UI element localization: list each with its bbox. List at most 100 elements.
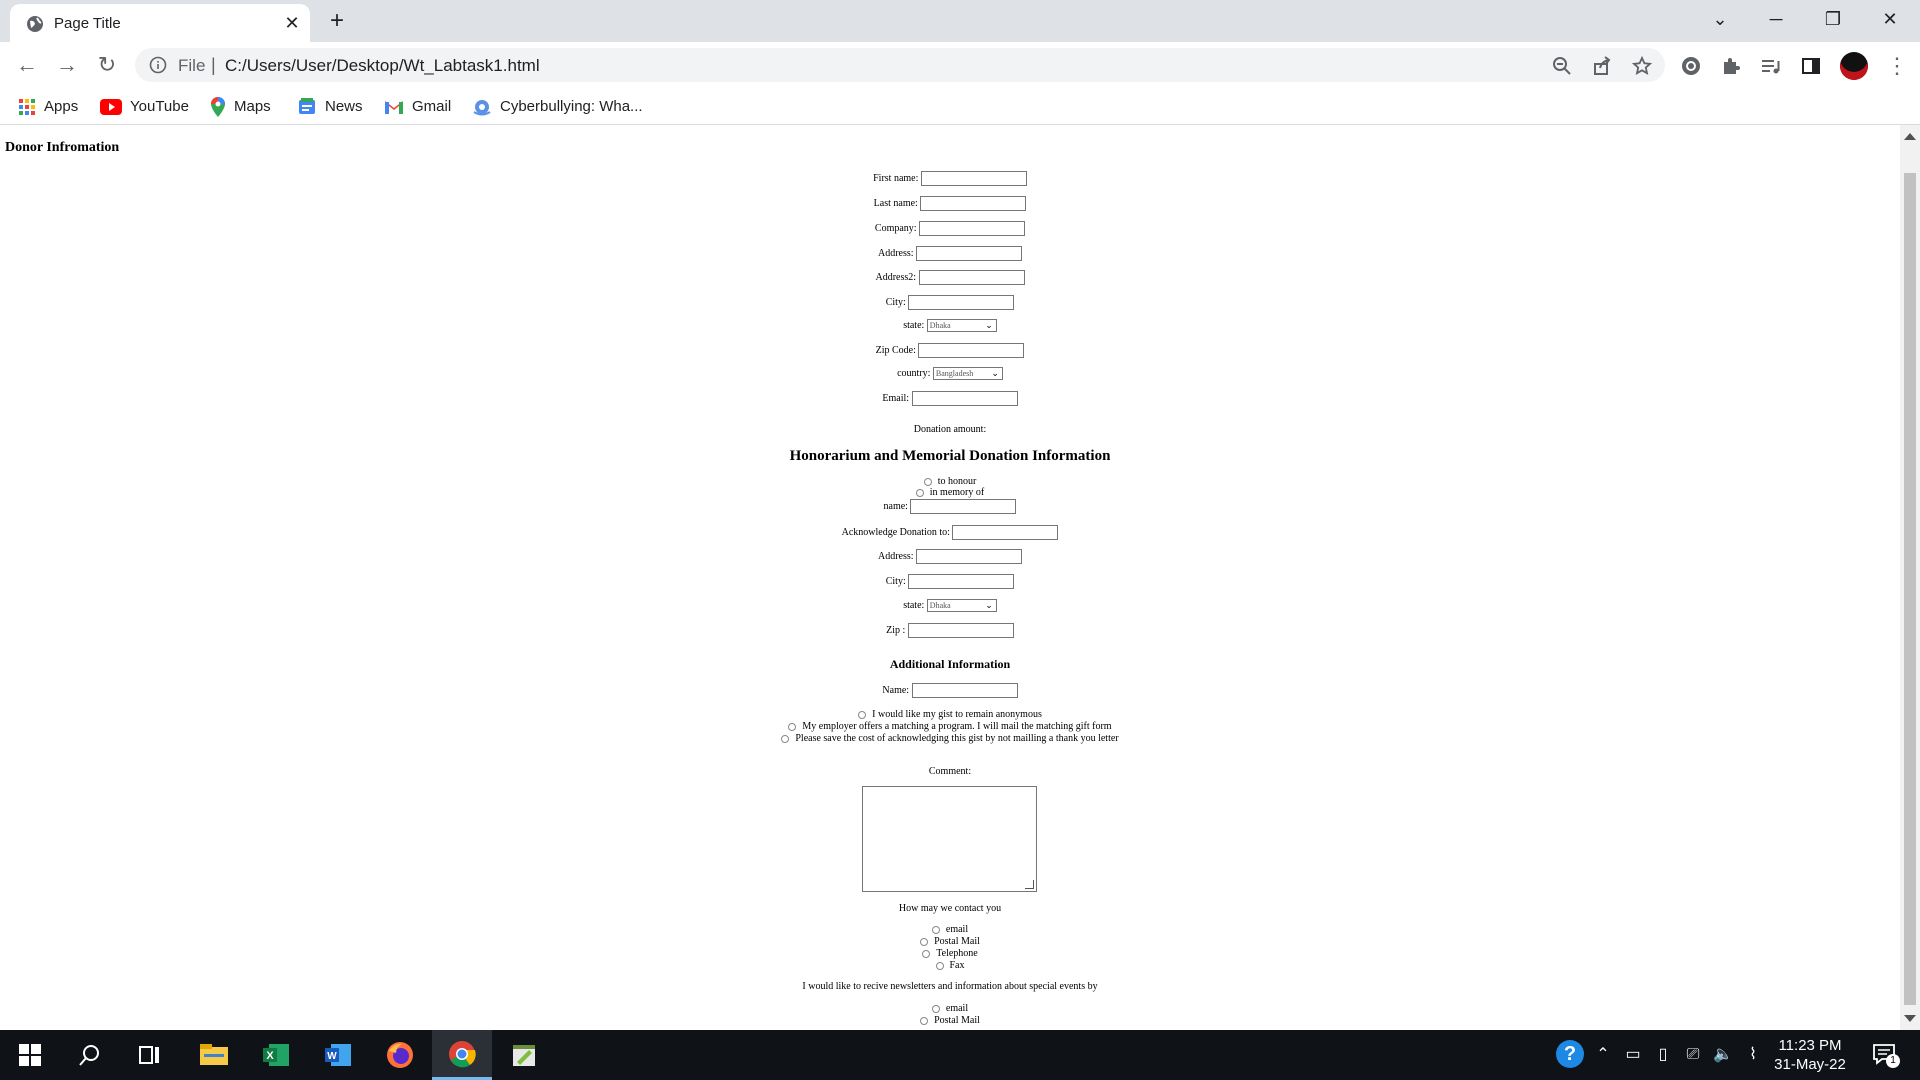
contact-fax-row: Fax <box>0 960 1900 971</box>
more-menu-icon[interactable]: ⋮ <box>1886 52 1908 80</box>
help-icon[interactable]: ? <box>1556 1040 1584 1068</box>
notepad-app-button[interactable] <box>494 1030 554 1080</box>
tab-search-icon[interactable]: ⌄ <box>1700 4 1740 34</box>
memory-option-row: in memory of <box>0 487 1900 498</box>
contact-telephone-radio[interactable] <box>922 949 931 958</box>
contact-email-row: email <box>0 924 1900 935</box>
volume-icon[interactable]: 🔈 <box>1712 1044 1734 1066</box>
profile-avatar[interactable] <box>1840 52 1868 80</box>
honor-zip-input[interactable] <box>907 623 1014 638</box>
notification-button[interactable]: 1 <box>1872 1042 1900 1068</box>
bookmark-maps[interactable]: Maps <box>210 96 271 118</box>
contact-postal-label: Postal Mail <box>934 936 980 947</box>
honor-city-input[interactable] <box>908 574 1015 589</box>
memory-radio[interactable] <box>915 488 924 497</box>
address-bar[interactable]: File | C:/Users/User/Desktop/Wt_Labtask1… <box>135 48 1665 82</box>
city-input[interactable] <box>908 295 1015 310</box>
bookmark-label: Maps <box>234 98 271 115</box>
browser-tab[interactable]: Page Title ✕ <box>10 4 310 42</box>
media-list-icon[interactable] <box>1760 55 1782 77</box>
bookmark-apps[interactable]: Apps <box>18 96 78 118</box>
zoom-icon[interactable] <box>1552 56 1572 76</box>
no-letter-radio[interactable] <box>781 734 790 743</box>
url-separator: | <box>211 55 216 75</box>
contact-email-radio[interactable] <box>931 925 940 934</box>
email-input[interactable] <box>911 391 1018 406</box>
scroll-up-icon[interactable] <box>1904 133 1916 140</box>
anonymous-radio[interactable] <box>858 710 867 719</box>
bookmark-star-icon[interactable] <box>1632 56 1652 76</box>
display-icon[interactable]: ⎚ <box>1682 1044 1704 1066</box>
firefox-button[interactable] <box>370 1030 430 1080</box>
address-label: Address: <box>877 247 914 259</box>
contact-fax-radio[interactable] <box>935 961 944 970</box>
contact-postal-radio[interactable] <box>920 937 929 946</box>
employer-radio[interactable] <box>788 722 797 731</box>
country-select[interactable]: Bangladesh ⌄ <box>932 367 1003 380</box>
company-input[interactable] <box>919 221 1026 236</box>
honor-address-input[interactable] <box>916 549 1023 564</box>
back-button[interactable]: ← <box>12 50 42 80</box>
state-label: state: <box>903 319 925 331</box>
search-button[interactable] <box>60 1030 120 1080</box>
bookmark-news[interactable]: News <box>297 96 363 118</box>
share-icon[interactable] <box>1592 56 1612 76</box>
bookmark-youtube[interactable]: YouTube <box>100 96 189 118</box>
country-select-value: Bangladesh <box>935 369 974 378</box>
chevron-up-icon[interactable]: ⌃ <box>1592 1044 1614 1066</box>
globe-icon <box>27 16 43 32</box>
contact-telephone-row: Telephone <box>0 948 1900 959</box>
start-button[interactable] <box>0 1030 60 1080</box>
last-name-input[interactable] <box>920 196 1027 211</box>
side-panel-icon[interactable] <box>1800 55 1822 77</box>
chrome-button[interactable] <box>432 1030 492 1080</box>
info-icon[interactable] <box>149 56 167 74</box>
acknowledge-input[interactable] <box>952 525 1059 540</box>
honor-zip-label: Zip : <box>886 624 906 636</box>
scrollbar-thumb[interactable] <box>1904 173 1916 1005</box>
additional-name-input[interactable] <box>911 683 1018 698</box>
meet-now-icon[interactable]: ▭ <box>1622 1044 1644 1066</box>
url-text[interactable]: C:/Users/User/Desktop/Wt_Labtask1.html <box>225 56 540 76</box>
address2-input[interactable] <box>918 270 1025 285</box>
last-name-row: Last name: <box>0 196 1900 211</box>
folder-icon <box>200 1044 228 1065</box>
scroll-down-icon[interactable] <box>1904 1015 1916 1022</box>
clock[interactable]: 11:23 PM 31-May-22 <box>1760 1036 1860 1074</box>
reload-button[interactable]: ↻ <box>92 50 122 80</box>
bookmark-gmail[interactable]: Gmail <box>384 96 451 118</box>
excel-button[interactable]: X <box>246 1030 306 1080</box>
file-explorer-button[interactable] <box>184 1030 244 1080</box>
extension-globe-icon[interactable] <box>1680 55 1702 77</box>
honor-state-select[interactable]: Dhaka ⌄ <box>926 599 997 612</box>
address2-row: Address2: <box>0 270 1900 285</box>
state-select[interactable]: Dhaka ⌄ <box>926 319 997 332</box>
comment-textarea[interactable] <box>862 786 1037 892</box>
bookmark-cyberbullying[interactable]: Cyberbullying: Wha... <box>472 96 643 118</box>
resize-grip-icon[interactable] <box>1025 880 1034 889</box>
restore-button[interactable]: ❐ <box>1813 4 1853 34</box>
vertical-scrollbar[interactable] <box>1900 125 1920 1030</box>
honor-state-row: state: Dhaka ⌄ <box>0 599 1900 612</box>
tab-strip: Page Title ✕ + ⌄ ─ ❐ ✕ <box>0 0 1920 42</box>
contact-telephone-label: Telephone <box>936 948 978 959</box>
honor-name-input[interactable] <box>910 499 1017 514</box>
newsletter-postal-radio[interactable] <box>920 1016 929 1025</box>
zip-input[interactable] <box>918 343 1025 358</box>
minimize-button[interactable]: ─ <box>1756 4 1796 34</box>
honour-radio[interactable] <box>923 477 932 486</box>
clock-date: 31-May-22 <box>1774 1056 1846 1073</box>
extensions-puzzle-icon[interactable] <box>1720 55 1742 77</box>
first-name-input[interactable] <box>920 171 1027 186</box>
new-tab-button[interactable]: + <box>322 6 352 36</box>
chevron-down-icon: ⌄ <box>985 320 993 330</box>
address-input[interactable] <box>916 246 1023 261</box>
close-tab-icon[interactable]: ✕ <box>280 11 304 35</box>
battery-icon[interactable]: ▯ <box>1652 1044 1674 1066</box>
forward-button[interactable]: → <box>52 50 82 80</box>
honor-address-label: Address: <box>877 550 914 562</box>
task-view-button[interactable] <box>120 1030 180 1080</box>
newsletter-email-radio[interactable] <box>931 1004 940 1013</box>
close-window-button[interactable]: ✕ <box>1870 4 1910 34</box>
word-button[interactable]: W <box>308 1030 368 1080</box>
